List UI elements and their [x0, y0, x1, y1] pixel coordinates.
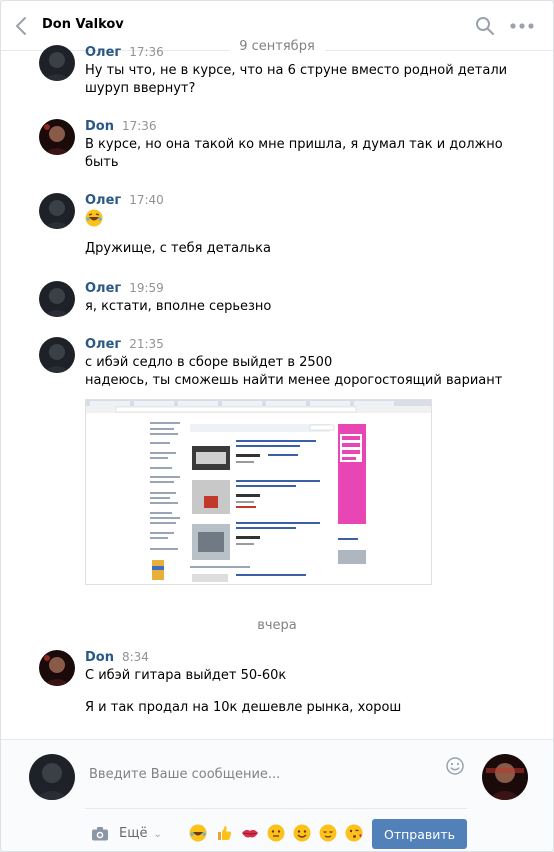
peer-name[interactable]: Don Valkov	[42, 17, 124, 32]
message-author[interactable]: Олег	[85, 281, 121, 296]
message-text: С ибэй гитара выйдет 50-60к	[85, 668, 287, 683]
kiss-lips-emoji-icon[interactable]	[241, 824, 259, 842]
message-time[interactable]: 17:40	[129, 193, 164, 207]
chevron-down-icon: ⌄	[153, 829, 162, 840]
divider	[85, 808, 467, 809]
message-time[interactable]: 8:34	[122, 650, 149, 664]
message-input[interactable]	[85, 754, 467, 794]
message-author[interactable]: Олег	[85, 193, 121, 208]
message-time[interactable]: 17:36	[122, 119, 157, 133]
message-text: надеюсь, ты сможешь найти менее дорогост…	[85, 373, 503, 388]
chat-window: Don Valkov 9 сентября Олег 17:36 Ну ты чт…	[0, 0, 554, 852]
quick-emoji-bar	[189, 824, 363, 842]
message-text: быть	[85, 155, 119, 170]
message-text: В курсе, но она такой ко мне пришла, я д…	[85, 137, 503, 152]
more-attachments-button[interactable]: Ещё ⌄	[119, 826, 162, 841]
message-composer: Ещё ⌄ Отправить	[1, 739, 553, 851]
avatar[interactable]	[39, 119, 75, 155]
avatar[interactable]	[39, 45, 75, 81]
date-separator: вчера	[1, 618, 553, 633]
camera-icon[interactable]	[91, 826, 109, 842]
message-text: Я и так продал на 10к дешевле рынка, хор…	[85, 700, 402, 715]
emoji-picker-icon[interactable]	[445, 756, 465, 776]
avatar[interactable]	[39, 337, 75, 373]
date-separator: 9 сентября	[1, 39, 553, 54]
message-author[interactable]: Don	[85, 119, 114, 134]
peer-avatar[interactable]	[482, 754, 528, 800]
avatar[interactable]	[39, 193, 75, 229]
search-icon[interactable]	[474, 15, 496, 37]
send-button[interactable]: Отправить	[372, 819, 467, 849]
laughing-emoji-icon	[85, 209, 103, 227]
message-text: Ну ты что, не в курсе, что на 6 струне в…	[85, 63, 508, 78]
message-time[interactable]: 19:59	[129, 281, 164, 295]
message-time[interactable]: 17:36	[129, 45, 164, 59]
more-options-icon[interactable]	[509, 20, 535, 30]
laughing-emoji-icon[interactable]	[189, 824, 207, 842]
message-author[interactable]: Don	[85, 650, 114, 665]
message-input-box	[85, 754, 467, 794]
my-avatar[interactable]	[29, 754, 75, 800]
avatar[interactable]	[39, 281, 75, 317]
back-icon[interactable]	[11, 14, 33, 38]
kissing-face-emoji-icon[interactable]	[345, 824, 363, 842]
smiling-face-emoji-icon[interactable]	[293, 824, 311, 842]
photo-attachment[interactable]	[85, 399, 432, 585]
thumbs-up-emoji-icon[interactable]	[215, 824, 233, 842]
neutral-face-emoji-icon[interactable]	[267, 824, 285, 842]
message-text: шуруп ввернут?	[85, 81, 196, 96]
message-author[interactable]: Олег	[85, 337, 121, 352]
message-time[interactable]: 21:35	[129, 337, 164, 351]
relieved-face-emoji-icon[interactable]	[319, 824, 337, 842]
more-attachments-label: Ещё	[119, 826, 148, 841]
message-author[interactable]: Олег	[85, 45, 121, 60]
message-text: Дружище, с тебя деталька	[85, 241, 271, 256]
message-text: с ибэй седло в сборе выйдет в 2500	[85, 355, 333, 370]
avatar[interactable]	[39, 650, 75, 686]
message-text: я, кстати, вполне серьезно	[85, 299, 272, 314]
